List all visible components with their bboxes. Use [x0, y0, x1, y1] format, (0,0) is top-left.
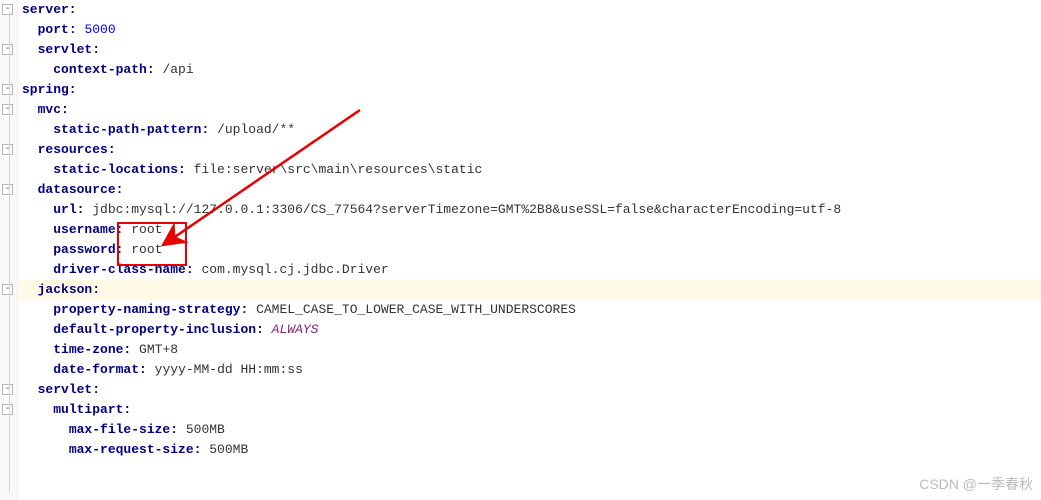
yaml-value: yyyy-MM-dd HH:mm:ss	[155, 362, 303, 377]
fold-toggle[interactable]: -	[2, 4, 13, 15]
code-line: property-naming-strategy: CAMEL_CASE_TO_…	[18, 300, 1041, 320]
yaml-key: server:	[22, 2, 77, 17]
yaml-key: url:	[53, 202, 84, 217]
fold-toggle[interactable]: -	[2, 144, 13, 155]
yaml-key: time-zone:	[53, 342, 131, 357]
yaml-key: date-format:	[53, 362, 147, 377]
yaml-key: servlet:	[38, 42, 100, 57]
code-line: driver-class-name: com.mysql.cj.jdbc.Dri…	[18, 260, 1041, 280]
yaml-key: servlet:	[38, 382, 100, 397]
yaml-key: context-path:	[53, 62, 154, 77]
yaml-key: default-property-inclusion:	[53, 322, 264, 337]
yaml-key: static-path-pattern:	[53, 122, 209, 137]
yaml-key: port:	[38, 22, 77, 37]
code-line: resources:	[18, 140, 1041, 160]
yaml-key: datasource:	[38, 182, 124, 197]
code-line: username: root	[18, 220, 1041, 240]
yaml-value: file:server\src\main\resources\static	[194, 162, 483, 177]
code-line: max-request-size: 500MB	[18, 440, 1041, 460]
fold-toggle[interactable]: -	[2, 104, 13, 115]
code-line: static-path-pattern: /upload/**	[18, 120, 1041, 140]
yaml-value: root	[131, 222, 162, 237]
yaml-key: property-naming-strategy:	[53, 302, 248, 317]
fold-toggle[interactable]: -	[2, 384, 13, 395]
code-line: servlet:	[18, 40, 1041, 60]
yaml-key: driver-class-name:	[53, 262, 193, 277]
code-line: default-property-inclusion: ALWAYS	[18, 320, 1041, 340]
code-line: time-zone: GMT+8	[18, 340, 1041, 360]
yaml-key: jackson:	[38, 282, 100, 297]
yaml-value: ALWAYS	[272, 322, 319, 337]
yaml-key: max-request-size:	[69, 442, 202, 457]
code-line: date-format: yyyy-MM-dd HH:mm:ss	[18, 360, 1041, 380]
yaml-value: CAMEL_CASE_TO_LOWER_CASE_WITH_UNDERSCORE…	[256, 302, 576, 317]
yaml-key: mvc:	[38, 102, 69, 117]
yaml-value: /upload/**	[217, 122, 295, 137]
yaml-key: max-file-size:	[69, 422, 178, 437]
fold-toggle[interactable]: -	[2, 84, 13, 95]
fold-toggle[interactable]: -	[2, 284, 13, 295]
yaml-key: multipart:	[53, 402, 131, 417]
code-line: url: jdbc:mysql://127.0.0.1:3306/CS_7756…	[18, 200, 1041, 220]
code-line: static-locations: file:server\src\main\r…	[18, 160, 1041, 180]
yaml-value: root	[131, 242, 162, 257]
yaml-value: 500MB	[186, 422, 225, 437]
fold-toggle[interactable]: -	[2, 44, 13, 55]
code-line: context-path: /api	[18, 60, 1041, 80]
fold-toggle[interactable]: -	[2, 404, 13, 415]
yaml-key: username:	[53, 222, 123, 237]
yaml-key: password:	[53, 242, 123, 257]
code-line: datasource:	[18, 180, 1041, 200]
fold-toggle[interactable]: -	[2, 184, 13, 195]
yaml-value: com.mysql.cj.jdbc.Driver	[201, 262, 388, 277]
code-line: port: 5000	[18, 20, 1041, 40]
code-line: spring:	[18, 80, 1041, 100]
code-line: server:	[18, 0, 1041, 20]
watermark: CSDN @一季春秋	[919, 474, 1033, 494]
code-line: max-file-size: 500MB	[18, 420, 1041, 440]
yaml-value: jdbc:mysql://127.0.0.1:3306/CS_77564?ser…	[92, 202, 841, 217]
yaml-key: resources:	[38, 142, 116, 157]
yaml-value: 500MB	[209, 442, 248, 457]
code-editor[interactable]: server: port: 5000 servlet: context-path…	[18, 0, 1041, 460]
yaml-value: GMT+8	[139, 342, 178, 357]
code-line: mvc:	[18, 100, 1041, 120]
yaml-key: static-locations:	[53, 162, 186, 177]
code-line: password: root	[18, 240, 1041, 260]
yaml-key: spring:	[22, 82, 77, 97]
code-line-highlight: jackson:	[18, 280, 1041, 300]
code-line: servlet:	[18, 380, 1041, 400]
yaml-value: 5000	[84, 22, 115, 37]
editor-gutter: - - - - - - - - -	[0, 0, 18, 500]
yaml-value: /api	[162, 62, 193, 77]
code-line: multipart:	[18, 400, 1041, 420]
